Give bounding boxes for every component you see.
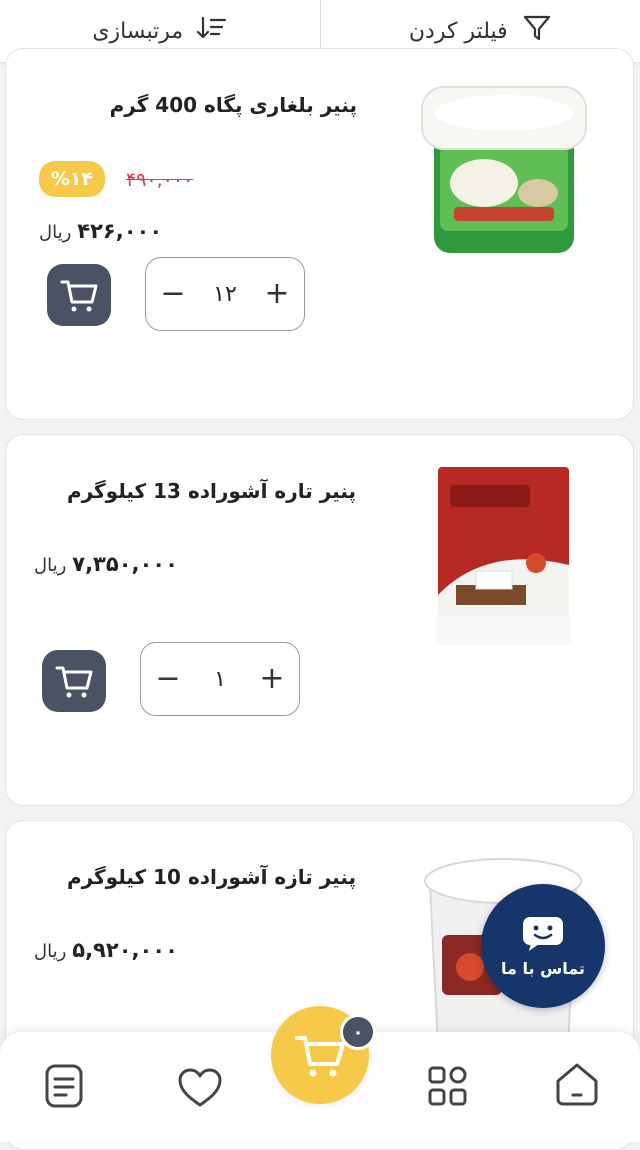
currency-label: ریال (34, 555, 66, 576)
product-card[interactable]: پنیر تاره آشوراده 13 کیلوگرم ۷,۳۵۰,۰۰۰ ر… (5, 434, 634, 806)
price: ۵,۹۲۰,۰۰۰ ریال (34, 938, 178, 962)
quantity-value: ۱ (214, 667, 226, 692)
categories-icon (427, 1065, 469, 1107)
currency-label: ریال (34, 941, 66, 962)
cheese-tin-red-icon (436, 465, 571, 647)
increase-button[interactable]: + (259, 664, 285, 694)
nav-orders[interactable] (36, 1058, 92, 1114)
price-value: ۵,۹۲۰,۰۰۰ (72, 938, 178, 962)
quantity-value: ۱۲ (213, 282, 237, 307)
price-value: ۷,۳۵۰,۰۰۰ (72, 552, 178, 576)
decrease-button[interactable]: − (155, 664, 181, 694)
price-value: ۴۲۶,۰۰۰ (77, 219, 162, 243)
price: ۴۲۶,۰۰۰ ریال (39, 219, 162, 243)
add-to-cart-button[interactable] (47, 264, 111, 326)
add-to-cart-button[interactable] (42, 650, 106, 712)
chat-icon (521, 915, 565, 953)
increase-button[interactable]: + (264, 279, 290, 309)
product-title[interactable]: پنیر تازه آشوراده 10 کیلوگرم (67, 865, 356, 889)
nav-home[interactable] (549, 1056, 605, 1112)
cart-icon (293, 1030, 347, 1080)
cheese-tub-green-icon (414, 83, 594, 263)
product-title[interactable]: پنیر بلغاری پگاه 400 گرم (110, 93, 357, 117)
quantity-stepper: − ۱ + (140, 642, 300, 716)
cart-icon (54, 662, 94, 700)
favorites-icon (177, 1068, 223, 1108)
cart-count-badge: ۰ (340, 1014, 376, 1050)
home-icon (554, 1061, 600, 1107)
currency-label: ریال (39, 222, 71, 243)
decrease-button[interactable]: − (160, 279, 186, 309)
product-image[interactable] (414, 83, 594, 263)
contact-label: تماس با ما (501, 959, 585, 978)
orders-icon (44, 1063, 84, 1109)
nav-favorites[interactable] (172, 1060, 228, 1116)
nav-categories[interactable] (420, 1058, 476, 1114)
sort-label: مرتبسازی (92, 19, 183, 44)
product-card[interactable]: پنیر بلغاری پگاه 400 گرم ۴۹۰,۰۰۰ %۱۴ ۴۲۶… (5, 48, 634, 420)
discount-badge: %۱۴ (39, 161, 105, 197)
filter-label: فیلتر کردن (409, 19, 508, 44)
product-title[interactable]: پنیر تاره آشوراده 13 کیلوگرم (67, 479, 356, 503)
product-image[interactable] (436, 465, 571, 647)
cart-icon (59, 276, 99, 314)
old-price: ۴۹۰,۰۰۰ (126, 169, 193, 191)
price: ۷,۳۵۰,۰۰۰ ریال (34, 552, 178, 576)
sort-icon (197, 15, 227, 47)
filter-icon (522, 13, 552, 49)
contact-us-button[interactable]: تماس با ما (481, 884, 605, 1008)
quantity-stepper: − ۱۲ + (145, 257, 305, 331)
